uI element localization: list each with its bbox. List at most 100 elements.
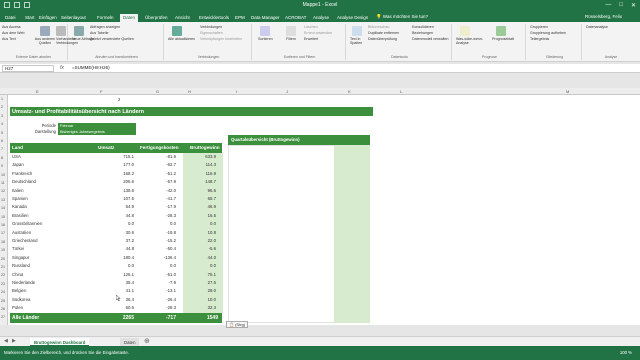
ribbon-tab-3[interactable]: Seitenlayout	[58, 14, 89, 22]
table-row[interactable]: Grossbritannien 0.0 0.0 0.0	[10, 220, 222, 228]
row-header[interactable]: 19	[1, 248, 5, 252]
filter-value-display[interactable]: Bisheriges Jahresergebnis	[58, 129, 136, 135]
manage-data-model-button[interactable]: Datenmodell verwalten	[412, 37, 449, 41]
row-header[interactable]: 22	[1, 273, 5, 277]
row-header[interactable]: 25	[1, 299, 5, 303]
ribbon-tab-4[interactable]: Formeln	[94, 14, 117, 22]
table-row[interactable]: Italien 138.6 -42.0 96.6	[10, 187, 222, 195]
ribbon-tab-0[interactable]: Datei	[2, 14, 19, 22]
row-header[interactable]: 16	[1, 223, 5, 227]
from-table-button[interactable]: Aus Tabelle	[90, 31, 109, 35]
column-header[interactable]: H	[188, 89, 191, 94]
ribbon-tab-11[interactable]: ACROBAT	[282, 14, 309, 22]
relationships-button[interactable]: Beziehungen	[412, 31, 433, 35]
row-header[interactable]: 18	[1, 240, 5, 244]
ribbon-tab-8[interactable]: Entwicklertools	[196, 14, 232, 22]
advanced-button[interactable]: Erweitert	[304, 37, 318, 41]
properties-button[interactable]: Eigenschaften	[200, 31, 223, 35]
worksheet[interactable]: 2 Umsatz- und Profitabilitätsübersicht n…	[8, 95, 640, 328]
sheet-tab-dashboard[interactable]: Bruttogewinn Dashboard	[30, 338, 90, 346]
table-row[interactable]: Kanada 64.9 -17.9 46.9	[10, 203, 222, 211]
table-row[interactable]: China 126.1 -51.0 75.1	[10, 271, 222, 279]
row-header[interactable]: 9	[1, 164, 3, 168]
column-header[interactable]: J	[286, 89, 288, 94]
row-header[interactable]: 14	[1, 206, 5, 210]
row-header[interactable]: 17	[1, 231, 5, 235]
column-header[interactable]: F	[100, 89, 102, 94]
row-header[interactable]: 11	[1, 181, 5, 185]
text-to-columns-button[interactable]: Text in Spalten	[350, 37, 366, 45]
data-validation-button[interactable]: Datenüberprüfung	[368, 37, 397, 41]
ribbon-tab-5[interactable]: Daten	[120, 14, 139, 22]
table-row[interactable]: Spanien 107.5 -41.7 65.7	[10, 195, 222, 203]
user-account[interactable]: Rüsselsberg, Felix	[585, 14, 622, 19]
sheet-tab-daten[interactable]: Daten	[120, 338, 140, 346]
edit-links-button[interactable]: Verknüpfungen bearbeiten	[200, 37, 242, 41]
row-header[interactable]: 23	[1, 282, 5, 286]
close-button[interactable]: ✕	[631, 2, 636, 9]
ribbon-tab-13[interactable]: Analyse Design	[334, 14, 371, 22]
show-queries-button[interactable]: Abfragen anzeigen	[90, 25, 120, 29]
table-row[interactable]: USA 715.1 -81.6 633.9	[10, 153, 222, 161]
ribbon-tab-9[interactable]: EPM	[232, 14, 248, 22]
tell-me-search[interactable]: 💡 Was möchten Sie tun?	[376, 14, 428, 20]
from-web-button[interactable]: Aus dem Web	[2, 31, 25, 35]
ribbon-tab-2[interactable]: Einfügen	[36, 14, 60, 22]
what-if-button[interactable]: Was-wäre-wenn-Analyse	[456, 37, 484, 45]
table-row[interactable]: Deutschland 206.6 -57.9 148.7	[10, 178, 222, 186]
table-row[interactable]: Singapur 180.4 -136.4 44.0	[10, 254, 222, 262]
reapply-button[interactable]: Erneut anwenden	[304, 31, 332, 35]
table-row[interactable]: Australien 30.6 -19.8 10.8	[10, 229, 222, 237]
table-row[interactable]: Brasilien 44.8 -28.3 16.5	[10, 212, 222, 220]
ribbon-tab-12[interactable]: Analyse	[310, 14, 332, 22]
row-header[interactable]: 8	[1, 156, 3, 160]
restore-button[interactable]: □	[619, 2, 623, 9]
recent-sources-button[interactable]: Zuletzt verwendete Quellen	[90, 37, 134, 41]
row-header[interactable]: 12	[1, 189, 5, 193]
column-header[interactable]: M	[566, 89, 569, 94]
row-header[interactable]: 20	[1, 257, 5, 261]
minimize-button[interactable]: —	[605, 2, 611, 9]
row-header[interactable]: 2	[1, 105, 3, 109]
row-header[interactable]: 4	[1, 122, 3, 126]
ribbon-tab-6[interactable]: Überprüfen	[142, 14, 171, 22]
table-row[interactable]: Griechenland 37.2 -15.2 22.0	[10, 237, 222, 245]
column-header[interactable]: K	[348, 89, 351, 94]
from-text-button[interactable]: Aus Text	[2, 37, 16, 41]
row-header[interactable]: 1	[1, 97, 3, 101]
ribbon-tab-10[interactable]: Data Manager	[248, 14, 283, 22]
row-header[interactable]: 15	[1, 215, 5, 219]
existing-connections-button[interactable]: Vorhandene Verbindungen	[56, 37, 78, 45]
row-header[interactable]: 3	[1, 114, 3, 118]
add-sheet-icon[interactable]: ⊕	[144, 337, 150, 345]
from-access-button[interactable]: Aus Access	[2, 25, 21, 29]
table-row[interactable]: Frankreich 168.2 -51.2 116.9	[10, 170, 222, 178]
nav-right-icon[interactable]: ▶	[12, 338, 16, 344]
column-header[interactable]: E	[36, 89, 39, 94]
row-header[interactable]: 13	[1, 198, 5, 202]
row-header[interactable]: 21	[1, 265, 5, 269]
table-row[interactable]: Türkei 44.8 -50.4 -5.6	[10, 245, 222, 253]
clear-button[interactable]: Löschen	[304, 25, 318, 29]
name-box[interactable]: H27	[2, 65, 54, 72]
data-analysis-button[interactable]: Datenanalyse	[586, 25, 608, 29]
row-header[interactable]: 5	[1, 131, 3, 135]
formula-input[interactable]: =SUMME(H8:H26)	[72, 65, 632, 72]
flash-fill-button[interactable]: Blitzvorschau	[368, 25, 389, 29]
fx-icon[interactable]: fx	[60, 65, 64, 71]
table-row[interactable]: Japan 177.0 -62.7 114.3	[10, 161, 222, 169]
forecast-sheet-button[interactable]: Prognoseblatt	[492, 37, 514, 41]
ribbon-tab-7[interactable]: Ansicht	[172, 14, 193, 22]
refresh-all-button[interactable]: Alle aktualisieren	[168, 37, 195, 41]
column-header[interactable]: L	[400, 89, 402, 94]
row-header[interactable]: 27	[1, 315, 5, 319]
row-header[interactable]: 6	[1, 139, 3, 143]
table-row[interactable]: Polen 60.6 -28.3 32.3	[10, 304, 222, 312]
group-button[interactable]: Gruppieren	[530, 25, 548, 29]
column-header[interactable]: G	[156, 89, 159, 94]
table-row[interactable]: Niederlande 35.4 -7.9 27.5	[10, 279, 222, 287]
column-header[interactable]: I	[236, 89, 237, 94]
sort-button[interactable]: Sortieren	[258, 37, 273, 41]
row-header[interactable]: 7	[1, 147, 3, 151]
other-sources-button[interactable]: Aus anderen Quellen	[34, 37, 56, 45]
